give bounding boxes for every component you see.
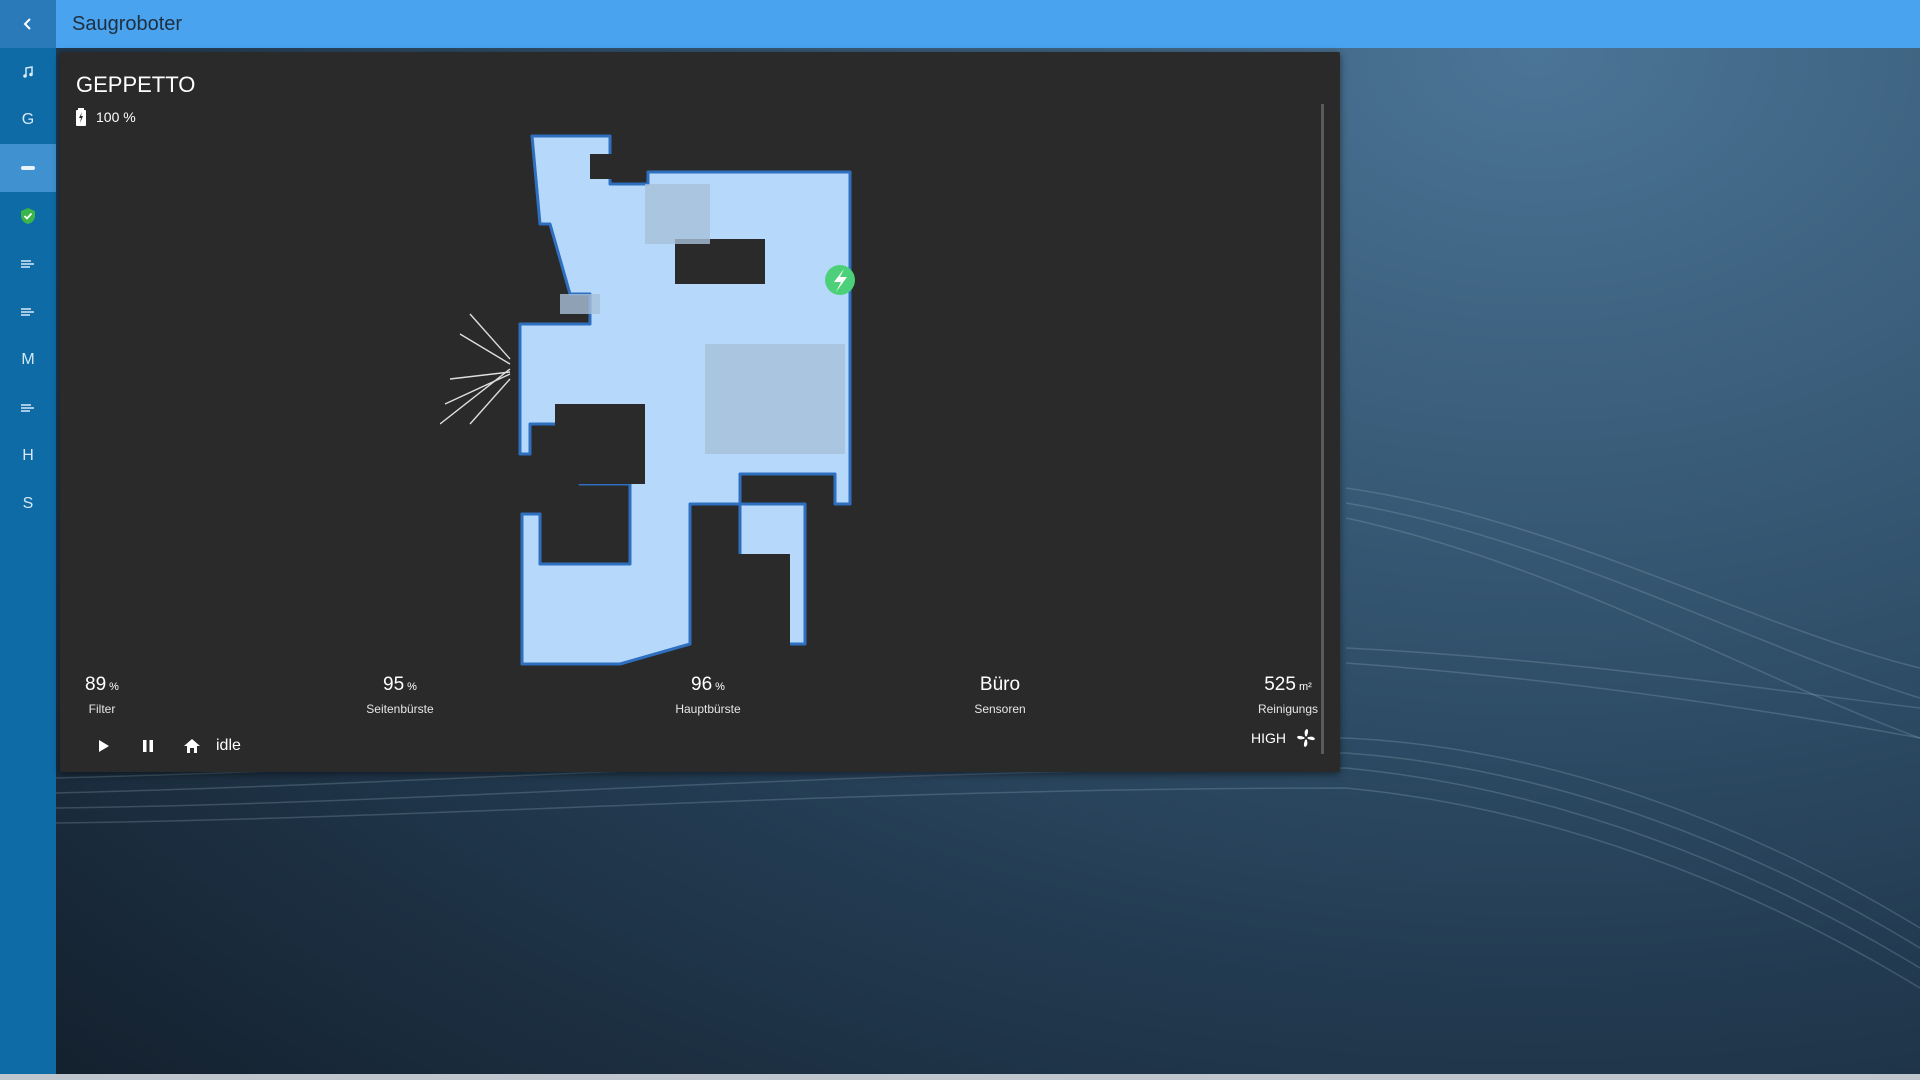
pause-icon — [143, 740, 153, 752]
control-bar: idle — [82, 730, 241, 762]
chevron-left-icon — [23, 18, 31, 30]
fan-speed-icon — [21, 404, 34, 412]
start-button[interactable] — [82, 730, 126, 762]
stat-filter[interactable]: 89% Filter — [66, 674, 138, 716]
stat-side-brush[interactable]: 95% Seitenbürste — [340, 674, 460, 716]
stat-main-brush[interactable]: 96% Hauptbürste — [648, 674, 768, 716]
pause-button[interactable] — [126, 730, 170, 762]
vacuum-card: GEPPETTO 100 % 89 % Filter 95 % Seitenbü… — [60, 52, 1340, 772]
back-button[interactable] — [0, 0, 56, 48]
main-brush-label: Hauptbürste — [675, 702, 741, 716]
stat-cleaning[interactable]: 525 m² Reinigungs — [1244, 674, 1332, 716]
sidebar-item-security[interactable] — [0, 192, 56, 240]
side-brush-value: 95 — [383, 674, 405, 695]
robot-state: idle — [216, 737, 241, 754]
sidebar: G M H S — [0, 48, 56, 1080]
main-brush-unit: % — [715, 681, 725, 693]
sidebar-item-fan-3[interactable] — [0, 384, 56, 432]
sidebar-item-vacuum[interactable] — [0, 144, 56, 192]
fan-icon — [1297, 729, 1315, 747]
fan-speed-control[interactable]: HIGH — [1251, 728, 1316, 748]
home-icon — [184, 739, 200, 753]
fan-speed-icon — [21, 308, 34, 316]
sensors-value: Büro — [979, 674, 1021, 695]
side-brush-label: Seitenbürste — [366, 702, 434, 716]
main-brush-value: 96 — [691, 674, 713, 695]
sidebar-item-h[interactable]: H — [0, 432, 56, 480]
vacuum-icon — [21, 166, 35, 170]
cleaning-map[interactable] — [440, 124, 1040, 724]
battery-charging-icon — [76, 108, 86, 126]
stat-sensors[interactable]: Büro Sensoren — [940, 674, 1060, 716]
fan-speed-icon — [21, 260, 34, 268]
sidebar-item-m[interactable]: M — [0, 336, 56, 384]
sidebar-item-s[interactable]: S — [0, 480, 56, 528]
sidebar-item-fan-2[interactable] — [0, 288, 56, 336]
sidebar-item-fan-1[interactable] — [0, 240, 56, 288]
battery-status: 100 % — [76, 108, 136, 126]
cleaning-unit: m² — [1298, 681, 1312, 693]
filter-unit: % — [109, 681, 119, 693]
battery-level: 100 % — [96, 109, 136, 125]
cleaning-value: 525 — [1264, 674, 1296, 695]
page-title: Saugroboter — [72, 12, 183, 35]
filter-label: Filter — [88, 702, 116, 716]
shield-check-icon — [21, 208, 35, 224]
top-app-bar: Saugroboter — [0, 0, 1920, 48]
play-icon — [99, 740, 109, 752]
sidebar-item-g[interactable]: G — [0, 96, 56, 144]
music-icon — [23, 66, 33, 78]
fan-speed-label: HIGH — [1251, 730, 1286, 746]
cleaning-label: Reinigungs — [1257, 702, 1319, 716]
robot-name: GEPPETTO — [76, 72, 196, 97]
return-home-button[interactable] — [170, 730, 214, 762]
side-brush-unit: % — [407, 681, 417, 693]
sensors-label: Sensoren — [974, 702, 1026, 716]
scrollbar[interactable] — [1321, 104, 1324, 754]
bottom-edge — [0, 1074, 1920, 1080]
filter-value: 89 — [85, 674, 107, 695]
sidebar-item-music[interactable] — [0, 48, 56, 96]
